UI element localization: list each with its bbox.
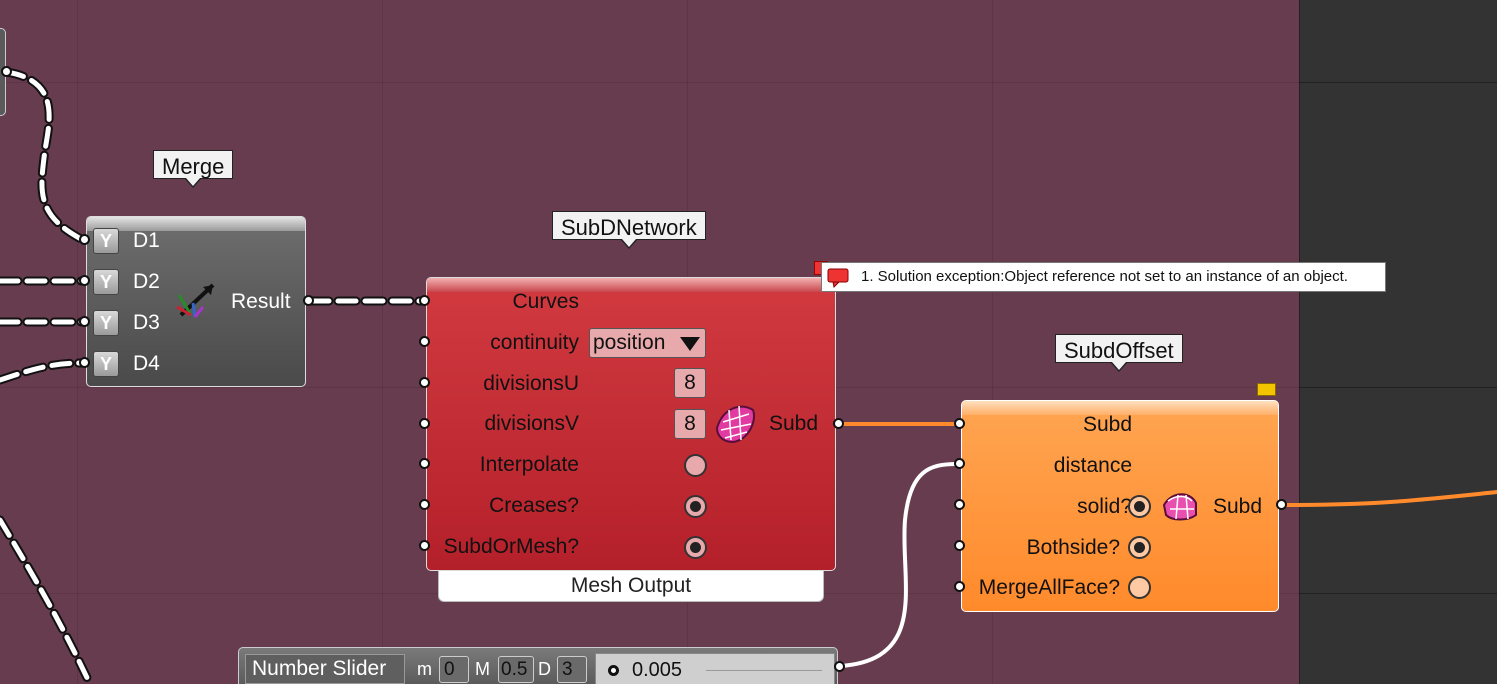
interpolate-toggle[interactable] [684,454,707,477]
merge-input-d4: D4 [133,352,160,375]
component-header-bar [87,217,305,231]
slider-decimals-value: 3 [562,659,573,680]
input-bothside: Bothside? [1026,536,1120,559]
output-grip[interactable] [833,418,844,429]
input-divisionsu: divisionsU [483,372,579,395]
slider-title-box: Number Slider [245,654,405,684]
output-grip[interactable] [1,66,12,77]
slider-value: 0.005 [632,659,683,681]
input-mergeallface: MergeAllFace? [978,576,1120,599]
input-grip[interactable] [419,377,430,388]
slider-max-label: M [475,659,490,679]
number-slider[interactable]: Number Slider m 0 M 0.5 D 3 0.005 [238,647,838,684]
slider-decimals-field[interactable]: 3 [557,656,587,683]
component-header-bar [427,278,835,292]
input-solid: solid? [1077,495,1132,518]
subdoffset-title: SubdOffset [1064,338,1174,363]
input-grip[interactable] [954,418,965,429]
input-grip[interactable] [79,234,90,245]
subdormesh-toggle[interactable] [684,536,707,559]
subdoffset-component[interactable]: Subd distance solid? Subd Bothside? Merg… [961,400,1279,612]
merge-name-tag: Merge [153,150,234,188]
flatten-toggle-icon[interactable]: Y [93,351,119,377]
bothside-toggle[interactable] [1128,536,1151,559]
input-grip[interactable] [419,540,430,551]
input-grip[interactable] [419,499,430,510]
flatten-toggle-icon[interactable]: Y [93,228,119,254]
subdnetwork-name-tag: SubDNetwork [552,211,706,249]
subd-mesh-icon [715,405,755,444]
divisionsv-value[interactable]: 8 [674,409,706,439]
solid-toggle[interactable] [1128,495,1151,518]
slider-min-value: 0 [444,659,455,680]
input-grip[interactable] [419,458,430,469]
input-grip[interactable] [79,275,90,286]
input-creases: Creases? [489,494,579,517]
mergeallface-toggle[interactable] [1128,576,1151,599]
slider-title: Number Slider [252,657,387,680]
merge-arrows-icon [176,283,215,318]
divisionsu-value[interactable]: 8 [674,368,706,398]
wire-solid[interactable] [838,462,959,668]
output-grip[interactable] [1276,499,1287,510]
subdoffset-name-tag: SubdOffset [1055,334,1183,372]
chevron-down-icon [680,337,700,351]
creases-toggle[interactable] [684,495,707,518]
slider-track[interactable]: 0.005 [595,653,835,684]
grasshopper-canvas[interactable]: Merge Y D1 Y D2 Y D3 Y D4 Result SubDNet… [0,0,1497,684]
slider-min-label: m [417,659,432,679]
slider-max-value: 0.5 [501,659,528,680]
merge-title: Merge [162,154,225,179]
continuity-dropdown[interactable]: position [589,328,706,358]
warning-balloon-icon[interactable] [1257,383,1276,396]
merge-component[interactable]: Y D1 Y D2 Y D3 Y D4 Result [86,216,306,387]
input-subd: Subd [1082,413,1132,436]
merge-output-result: Result [231,290,291,313]
input-distance: distance [1053,454,1132,477]
error-balloon: 1. Solution exception:Object reference n… [821,262,1386,292]
input-curves: Curves [512,290,579,313]
input-grip[interactable] [79,316,90,327]
slider-min-field[interactable]: 0 [439,656,469,683]
input-grip[interactable] [954,540,965,551]
error-message: 1. Solution exception:Object reference n… [861,268,1348,285]
slider-handle[interactable] [608,665,619,676]
flatten-toggle-icon[interactable]: Y [93,310,119,336]
subdnetwork-title: SubDNetwork [561,215,697,240]
subdoffset-output-subd: Subd [1213,495,1263,518]
error-balloon-icon [827,268,849,288]
merge-input-d1: D1 [133,229,160,252]
input-interpolate: Interpolate [479,453,579,476]
input-subdormesh: SubdOrMesh? [443,535,579,558]
footer-label: Mesh Output [570,574,692,597]
input-grip[interactable] [419,336,430,347]
input-continuity: continuity [490,331,579,354]
slider-rail [706,670,822,671]
flatten-toggle-icon[interactable]: Y [93,269,119,295]
output-grip[interactable] [303,295,314,306]
input-grip[interactable] [79,357,90,368]
input-grip[interactable] [954,581,965,592]
input-grip[interactable] [954,499,965,510]
subdnetwork-output-subd: Subd [769,412,819,435]
subd-offset-icon [1162,493,1197,521]
subdnetwork-component[interactable]: Curves continuity position divisionsU 8 … [426,277,836,571]
input-divisionsv: divisionsV [484,412,579,435]
wire-selected[interactable] [1280,490,1497,507]
merge-input-d3: D3 [133,311,160,334]
slider-decimals-label: D [538,659,551,679]
input-grip[interactable] [419,418,430,429]
merge-input-d2: D2 [133,270,160,293]
input-grip[interactable] [954,458,965,469]
input-grip[interactable] [419,295,430,306]
slider-max-field[interactable]: 0.5 [498,656,534,683]
output-grip[interactable] [834,661,845,672]
continuity-value: position [593,331,666,354]
